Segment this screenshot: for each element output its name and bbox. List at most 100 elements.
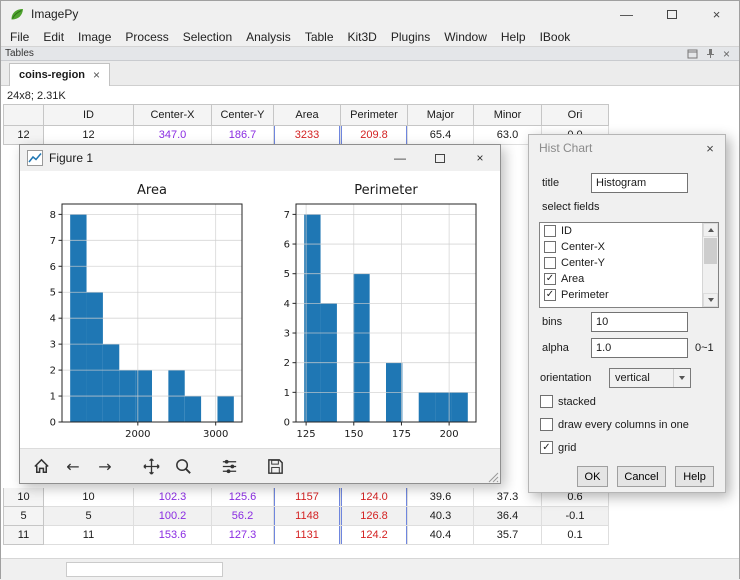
menu-plugins[interactable]: Plugins	[384, 29, 437, 45]
menu-file[interactable]: File	[3, 29, 36, 45]
column-header-area[interactable]: Area	[274, 104, 341, 126]
menu-image[interactable]: Image	[71, 29, 118, 45]
cell-area[interactable]: 3233	[274, 126, 341, 145]
list-item[interactable]: ✓ Center-Y	[540, 255, 718, 271]
title-input[interactable]	[591, 173, 688, 193]
pan-icon[interactable]	[140, 456, 162, 478]
cell-perimeter[interactable]: 124.2	[341, 526, 408, 545]
cell-perimeter[interactable]: 124.0	[341, 488, 408, 507]
cancel-button[interactable]: Cancel	[617, 466, 666, 487]
listbox-scrollbar[interactable]	[702, 223, 718, 307]
menu-table[interactable]: Table	[298, 29, 341, 45]
grid-checkbox-row[interactable]: ✓ grid	[540, 441, 576, 454]
menu-ibook[interactable]: IBook	[533, 29, 578, 45]
bins-input[interactable]	[591, 312, 688, 332]
column-header-ori[interactable]: Ori	[542, 104, 609, 126]
column-header-minor[interactable]: Minor	[474, 104, 542, 126]
ok-button[interactable]: OK	[577, 466, 608, 487]
menu-kit3d[interactable]: Kit3D	[341, 29, 384, 45]
home-icon[interactable]	[30, 456, 52, 478]
alpha-input[interactable]	[591, 338, 688, 358]
checkbox[interactable]: ✓	[544, 289, 556, 301]
panel-close-icon[interactable]: ×	[723, 48, 730, 60]
float-window-icon[interactable]	[687, 48, 698, 59]
scrollbar-thumb[interactable]	[704, 238, 717, 264]
close-icon[interactable]: ×	[694, 1, 739, 27]
configure-subplots-icon[interactable]	[218, 456, 240, 478]
cell-ori[interactable]: -0.1	[542, 507, 609, 526]
checkbox[interactable]: ✓	[544, 257, 556, 269]
stacked-checkbox-row[interactable]: ✓ stacked	[540, 395, 596, 408]
cell-center-y[interactable]: 186.7	[212, 126, 274, 145]
cell-major[interactable]: 40.3	[408, 507, 474, 526]
maximize-icon[interactable]	[649, 1, 694, 27]
cell-center-x[interactable]: 347.0	[134, 126, 212, 145]
dialog-titlebar[interactable]: Hist Chart ×	[529, 135, 725, 161]
cell-minor[interactable]: 36.4	[474, 507, 542, 526]
cell-center-y[interactable]: 125.6	[212, 488, 274, 507]
cell-major[interactable]: 40.4	[408, 526, 474, 545]
cell-perimeter[interactable]: 126.8	[341, 507, 408, 526]
cell-id[interactable]: 12	[44, 126, 134, 145]
menu-help[interactable]: Help	[494, 29, 533, 45]
help-button[interactable]: Help	[675, 466, 714, 487]
menu-analysis[interactable]: Analysis	[239, 29, 298, 45]
menu-window[interactable]: Window	[437, 29, 494, 45]
cell-center-x[interactable]: 102.3	[134, 488, 212, 507]
cell-center-x[interactable]: 153.6	[134, 526, 212, 545]
cell-major[interactable]: 65.4	[408, 126, 474, 145]
maximize-icon[interactable]	[420, 145, 460, 171]
back-icon[interactable]: ←	[62, 456, 84, 478]
cell-id[interactable]: 5	[44, 507, 134, 526]
app-titlebar[interactable]: ImagePy — ×	[1, 1, 739, 27]
draw-columns-checkbox-row[interactable]: ✓ draw every columns in one	[540, 418, 689, 431]
tab-close-icon[interactable]: ×	[93, 68, 100, 82]
cell-center-y[interactable]: 56.2	[212, 507, 274, 526]
list-item[interactable]: ✓ Perimeter	[540, 287, 718, 303]
row-header[interactable]: 10	[4, 488, 44, 507]
column-header-major[interactable]: Major	[408, 104, 474, 126]
cell-center-x[interactable]: 100.2	[134, 507, 212, 526]
row-header[interactable]: 12	[4, 126, 44, 145]
list-item[interactable]: ✓ ID	[540, 223, 718, 239]
column-header-perimeter[interactable]: Perimeter	[341, 104, 408, 126]
forward-icon[interactable]: →	[94, 456, 116, 478]
minimize-icon[interactable]: —	[604, 1, 649, 27]
resize-grip[interactable]	[488, 472, 499, 483]
close-icon[interactable]: ×	[460, 145, 500, 171]
cell-area[interactable]: 1131	[274, 526, 341, 545]
menu-selection[interactable]: Selection	[176, 29, 239, 45]
tab-coins-region[interactable]: coins-region ×	[9, 63, 111, 86]
checkbox[interactable]: ✓	[540, 395, 553, 408]
checkbox[interactable]: ✓	[544, 225, 556, 237]
cell-ori[interactable]: 0.1	[542, 526, 609, 545]
checkbox[interactable]: ✓	[540, 418, 553, 431]
column-header-id[interactable]: ID	[44, 104, 134, 126]
column-header-center-y[interactable]: Center-Y	[212, 104, 274, 126]
checkbox[interactable]: ✓	[540, 441, 553, 454]
orientation-dropdown[interactable]: vertical	[609, 368, 691, 388]
cell-major[interactable]: 39.6	[408, 488, 474, 507]
list-item[interactable]: ✓ Center-X	[540, 239, 718, 255]
cell-id[interactable]: 10	[44, 488, 134, 507]
cell-perimeter[interactable]: 209.8	[341, 126, 408, 145]
zoom-icon[interactable]	[172, 456, 194, 478]
scroll-down-icon[interactable]	[703, 293, 718, 307]
figure-canvas[interactable]: 0 1 2 3 4 5 6 7 8 2000 3000 Area 0 1 2 3 4 5 6 7 125 150 175 2…	[20, 171, 500, 448]
row-header[interactable]: 11	[4, 526, 44, 545]
menu-edit[interactable]: Edit	[36, 29, 71, 45]
cell-id[interactable]: 11	[44, 526, 134, 545]
list-item[interactable]: ✓ Area	[540, 271, 718, 287]
checkbox[interactable]: ✓	[544, 273, 556, 285]
minimize-icon[interactable]: —	[380, 145, 420, 171]
figure-titlebar[interactable]: Figure 1 — ×	[20, 145, 500, 171]
menu-process[interactable]: Process	[118, 29, 175, 45]
cell-area[interactable]: 1157	[274, 488, 341, 507]
cell-center-y[interactable]: 127.3	[212, 526, 274, 545]
scroll-up-icon[interactable]	[703, 223, 718, 237]
row-header[interactable]: 5	[4, 507, 44, 526]
pin-icon[interactable]	[705, 48, 716, 59]
column-header-center-x[interactable]: Center-X	[134, 104, 212, 126]
close-icon[interactable]: ×	[695, 141, 725, 156]
checkbox[interactable]: ✓	[544, 241, 556, 253]
